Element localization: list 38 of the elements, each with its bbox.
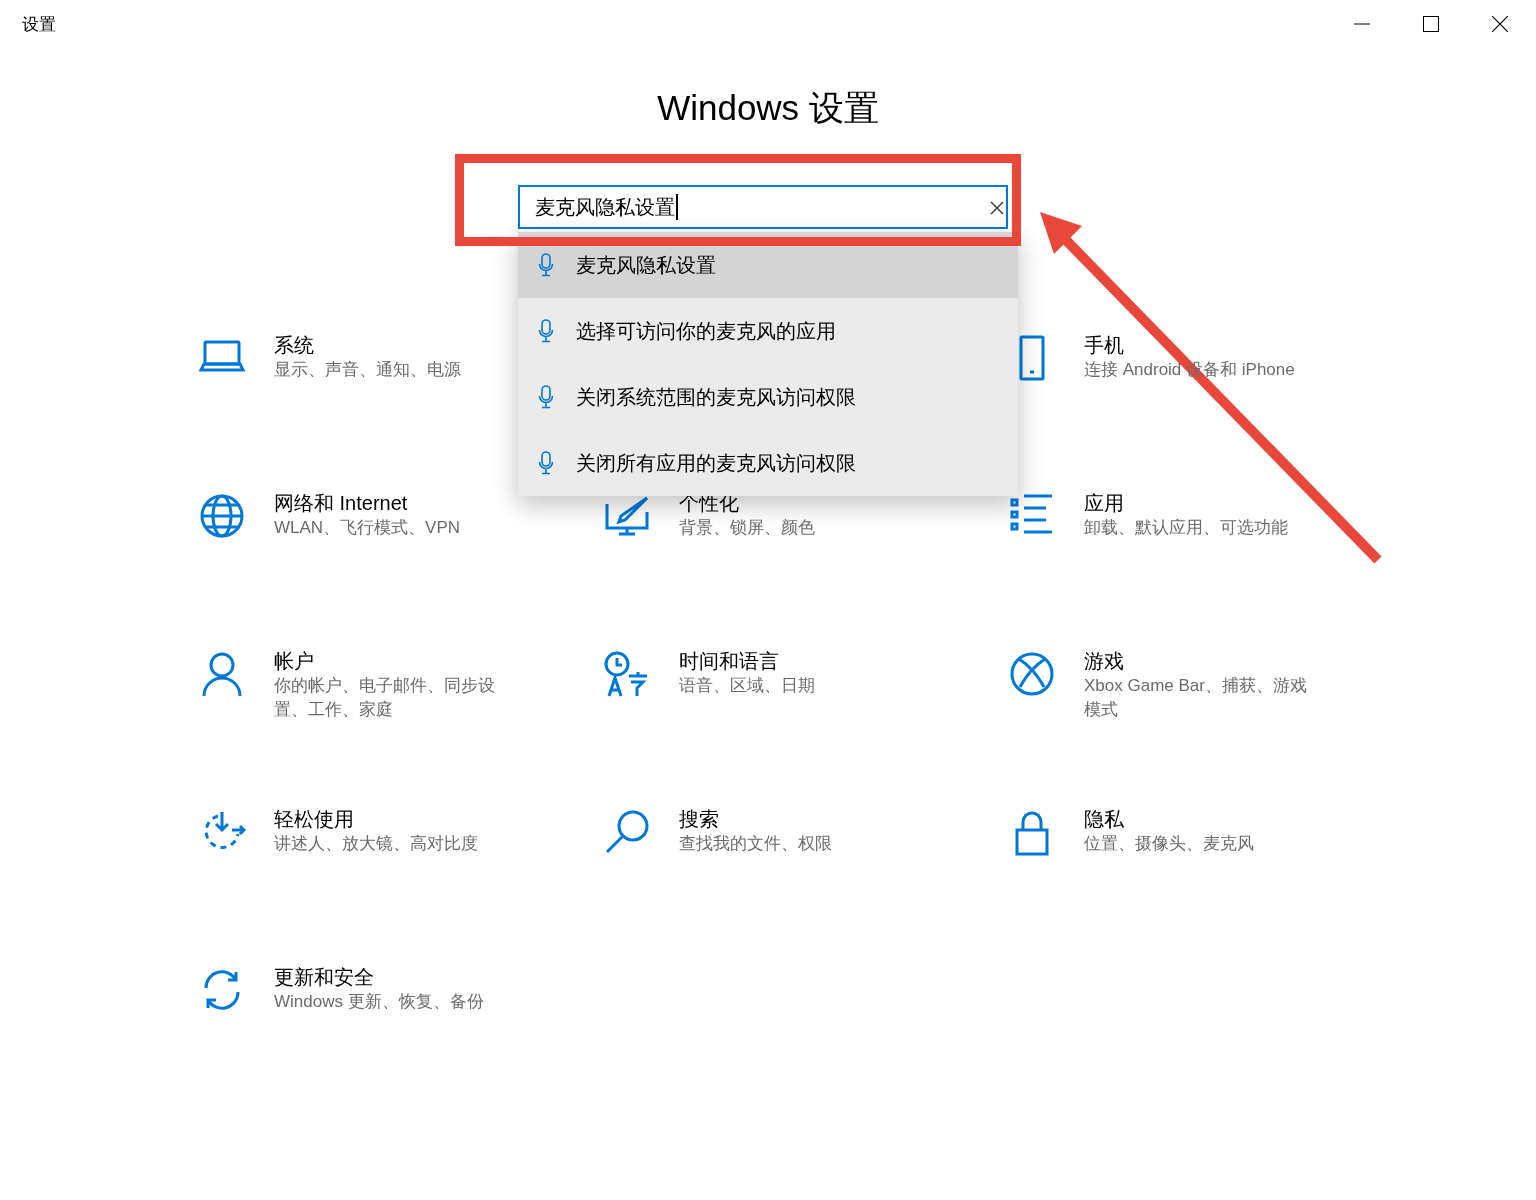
microphone-icon	[538, 385, 554, 409]
suggestion-item[interactable]: 选择可访问你的麦克风的应用	[518, 298, 1018, 364]
close-icon[interactable]	[1492, 16, 1508, 32]
microphone-icon	[538, 253, 554, 277]
tile-description: 讲述人、放大镜、高对比度	[274, 833, 479, 855]
close-icon[interactable]	[990, 201, 1004, 215]
tile-description: 显示、声音、通知、电源	[274, 359, 462, 381]
tile-description: 卸载、默认应用、可选功能	[1084, 517, 1289, 539]
tile-title[interactable]: 应用	[1084, 490, 1316, 516]
tile-description: Windows 更新、恢复、备份	[274, 991, 485, 1013]
tile-title[interactable]: 搜索	[679, 806, 911, 832]
microphone-icon	[538, 451, 554, 475]
microphone-icon	[538, 319, 554, 343]
tile-description: 你的帐户、电子邮件、同步设置、工作、家庭	[274, 675, 496, 721]
tile-description: 背景、锁屏、颜色	[679, 517, 816, 539]
xbox-icon[interactable]	[1008, 650, 1056, 698]
tile-title[interactable]: 网络和 Internet	[274, 490, 506, 516]
page-heading: Windows 设置	[656, 87, 880, 129]
search-icon[interactable]	[603, 808, 651, 856]
tile-description: 查找我的文件、权限	[679, 833, 833, 855]
tile-title[interactable]: 时间和语言	[679, 648, 911, 674]
suggestion-item[interactable]: 关闭所有应用的麦克风访问权限	[518, 430, 1018, 496]
tile-title[interactable]: 系统	[274, 332, 506, 358]
tile-description: 语音、区域、日期	[679, 675, 816, 697]
tile-description: Xbox Game Bar、捕获、游戏模式	[1084, 675, 1308, 721]
tile-title[interactable]: 游戏	[1084, 648, 1316, 674]
tile-title[interactable]: 更新和安全	[274, 964, 506, 990]
tile-title[interactable]: 手机	[1084, 332, 1316, 358]
tile-title[interactable]: 帐户	[274, 648, 506, 674]
tile-description: WLAN、飞行模式、VPN	[274, 517, 462, 539]
globe-icon[interactable]	[198, 492, 246, 540]
tile-description: 位置、摄像头、麦克风	[1084, 833, 1255, 855]
tile-title[interactable]: 轻松使用	[274, 806, 506, 832]
search-field[interactable]: 麦克风隐私设置	[518, 185, 1008, 229]
maximize-icon[interactable]	[1423, 16, 1439, 32]
suggestion-item[interactable]: 关闭系统范围的麦克风访问权限	[518, 364, 1018, 430]
window-title: 设置	[22, 13, 56, 36]
tile-title[interactable]: 隐私	[1084, 806, 1316, 832]
